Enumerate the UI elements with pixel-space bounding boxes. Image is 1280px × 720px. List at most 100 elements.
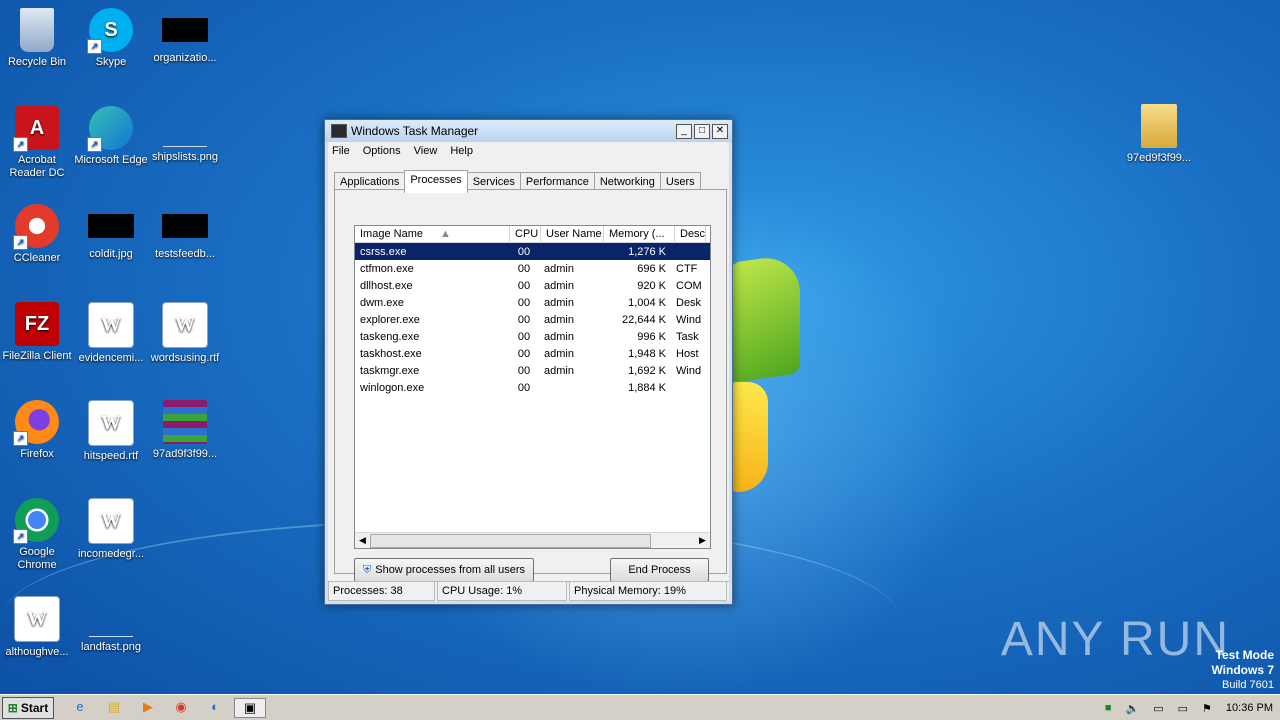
build-line: Build 7601 xyxy=(1222,679,1274,691)
recycle-bin-icon xyxy=(20,8,54,52)
task-manager-window[interactable]: Windows Task Manager _ □ ✕ File Options … xyxy=(324,119,733,605)
process-name: winlogon.exe xyxy=(360,381,425,394)
windows-flag-icon: ⊞ xyxy=(7,701,18,715)
desktop-icon-skype[interactable]: S ↗ Skype xyxy=(74,8,148,69)
image-thumbnail xyxy=(162,214,208,238)
process-user: admin xyxy=(544,279,574,292)
column-header-memory[interactable]: Memory (... xyxy=(604,226,675,242)
action-center-flag-icon[interactable]: ⚑ xyxy=(1202,702,1212,715)
menu-file[interactable]: File xyxy=(332,145,350,157)
edge-taskbar-icon[interactable]: ◐ xyxy=(205,698,225,716)
show-all-processes-label: Show processes from all users xyxy=(375,564,526,576)
desktop-icon-organizatio[interactable]: organizatio... xyxy=(148,8,222,65)
shortcut-arrow-icon: ↗ xyxy=(13,529,28,544)
maximize-button[interactable]: □ xyxy=(694,123,710,139)
task-manager-taskbar-button[interactable]: ▣ xyxy=(234,698,266,718)
process-row[interactable]: csrss.exe 00 1,276 K xyxy=(355,243,710,260)
process-user: admin xyxy=(544,313,574,326)
desktop-icon-landfast[interactable]: landfast.png xyxy=(74,596,148,654)
process-list[interactable]: Image Name ▲ CPU User Name Memory (... D… xyxy=(354,225,711,549)
menu-options[interactable]: Options xyxy=(363,145,401,157)
desktop-icon-firefox[interactable]: ↗ Firefox xyxy=(0,400,74,461)
desktop-icon-97ad9f3f99[interactable]: 97ad9f3f99... xyxy=(148,400,222,461)
desktop-icon-testsfeedb[interactable]: testsfeedb... xyxy=(148,204,222,261)
chrome-taskbar-icon[interactable]: ◉ xyxy=(171,698,191,716)
menu-view[interactable]: View xyxy=(414,145,438,157)
process-cpu: 00 xyxy=(517,313,531,326)
chrome-icon: ↗ xyxy=(13,498,59,544)
tab-processes[interactable]: Processes xyxy=(404,170,468,193)
process-row[interactable]: taskhost.exe 00 admin 1,948 K Host xyxy=(355,345,710,362)
process-row[interactable]: ctfmon.exe 00 admin 696 K CTF I xyxy=(355,260,710,277)
display-icon[interactable]: ▭ xyxy=(1178,702,1188,715)
process-row[interactable]: dwm.exe 00 admin 1,004 K Desk xyxy=(355,294,710,311)
process-row[interactable]: taskeng.exe 00 admin 996 K Task xyxy=(355,328,710,345)
desktop-icon-filezilla[interactable]: FZ FileZilla Client xyxy=(0,302,74,363)
process-description: Task xyxy=(676,330,699,343)
clock[interactable]: 10:36 PM xyxy=(1226,702,1273,714)
media-player-icon[interactable]: ▶ xyxy=(138,698,158,716)
explorer-icon[interactable]: ▤ xyxy=(104,698,124,716)
column-header-description[interactable]: Desc xyxy=(675,226,706,242)
desktop-icon-acrobat[interactable]: A ↗ Acrobat Reader DC xyxy=(0,106,74,180)
column-header-image-name[interactable]: Image Name ▲ xyxy=(355,226,510,242)
process-row[interactable]: taskmgr.exe 00 admin 1,692 K Wind xyxy=(355,362,710,379)
show-all-processes-button[interactable]: ⛨ Show processes from all users xyxy=(354,558,534,582)
process-name: taskeng.exe xyxy=(360,330,420,343)
word-doc-icon: W xyxy=(88,498,134,544)
process-row[interactable]: explorer.exe 00 admin 22,644 K Wind xyxy=(355,311,710,328)
desktop-icon-recycle-bin[interactable]: Recycle Bin xyxy=(0,8,74,69)
desktop-icon-coldit[interactable]: coldit.jpg xyxy=(74,204,148,261)
desktop-icon-label: Google Chrome xyxy=(17,546,57,571)
desktop-icon-folder-97ed9f3f99[interactable]: 97ed9f3f99... xyxy=(1122,104,1196,165)
start-button[interactable]: ⊞ Start xyxy=(2,697,54,719)
image-thumbnail xyxy=(88,214,134,238)
window-title: Windows Task Manager xyxy=(351,124,479,138)
tray-status-icon[interactable]: ■ xyxy=(1105,702,1112,714)
sort-ascending-icon: ▲ xyxy=(440,228,451,240)
window-body: File Options View Help Applications Proc… xyxy=(328,142,729,601)
process-rows: csrss.exe 00 1,276 K ctfmon.exe 00 admin 696 K… xyxy=(355,243,710,396)
process-row[interactable]: winlogon.exe 00 1,884 K xyxy=(355,379,710,396)
network-icon[interactable]: ▭ xyxy=(1153,702,1163,715)
process-memory: 22,644 K xyxy=(621,313,666,326)
edge-icon: ↗ xyxy=(87,106,133,152)
menu-help[interactable]: Help xyxy=(450,145,473,157)
desktop-icon-wordsusing[interactable]: W wordsusing.rtf xyxy=(148,302,222,365)
process-description: Host xyxy=(676,347,699,360)
close-button[interactable]: ✕ xyxy=(712,123,728,139)
process-user: admin xyxy=(544,347,574,360)
desktop-icon-evidencemi[interactable]: W evidencemi... xyxy=(74,302,148,365)
column-header-cpu[interactable]: CPU xyxy=(510,226,541,242)
scroll-right-icon[interactable]: ▶ xyxy=(696,534,709,547)
desktop-icon-chrome[interactable]: ↗ Google Chrome xyxy=(0,498,74,572)
desktop-icon-label: landfast.png xyxy=(81,641,141,653)
scroll-left-icon[interactable]: ◀ xyxy=(356,534,369,547)
desktop-icon-shipslists[interactable]: shipslists.png xyxy=(148,106,222,164)
title-bar[interactable]: Windows Task Manager _ □ ✕ xyxy=(325,120,732,142)
desktop-icon-label: 97ed9f3f99... xyxy=(1126,152,1192,164)
process-memory: 1,884 K xyxy=(628,381,666,394)
desktop-icon-edge[interactable]: ↗ Microsoft Edge xyxy=(74,106,148,167)
ie-icon[interactable]: e xyxy=(70,698,90,716)
end-process-button[interactable]: End Process xyxy=(610,558,709,582)
desktop-icon-ccleaner[interactable]: ↗ CCleaner xyxy=(0,204,74,265)
system-tray: ■ 🔈 ▭ ▭ ⚑ 10:36 PM xyxy=(1098,697,1280,719)
process-memory: 696 K xyxy=(637,262,666,275)
horizontal-scrollbar[interactable]: ◀ ▶ xyxy=(355,532,710,548)
process-name: dwm.exe xyxy=(360,296,405,309)
process-name: dllhost.exe xyxy=(360,279,413,292)
desktop-icon-label: FileZilla Client xyxy=(2,350,72,362)
minimize-button[interactable]: _ xyxy=(676,123,692,139)
desktop-icon-hitspeed[interactable]: W hitspeed.rtf xyxy=(74,400,148,463)
scroll-thumb[interactable] xyxy=(370,534,651,548)
process-user: admin xyxy=(544,296,574,309)
process-row[interactable]: dllhost.exe 00 admin 920 K COM xyxy=(355,277,710,294)
desktop-icon-incomedegr[interactable]: W incomedegr... xyxy=(74,498,148,561)
process-user: admin xyxy=(544,364,574,377)
uac-shield-icon: ⛨ xyxy=(362,563,372,576)
list-header: Image Name ▲ CPU User Name Memory (... D… xyxy=(355,226,710,243)
desktop-icon-althoughve[interactable]: W althoughve... xyxy=(0,596,74,659)
column-header-user-name[interactable]: User Name xyxy=(541,226,604,242)
volume-icon[interactable]: 🔈 xyxy=(1126,702,1140,715)
